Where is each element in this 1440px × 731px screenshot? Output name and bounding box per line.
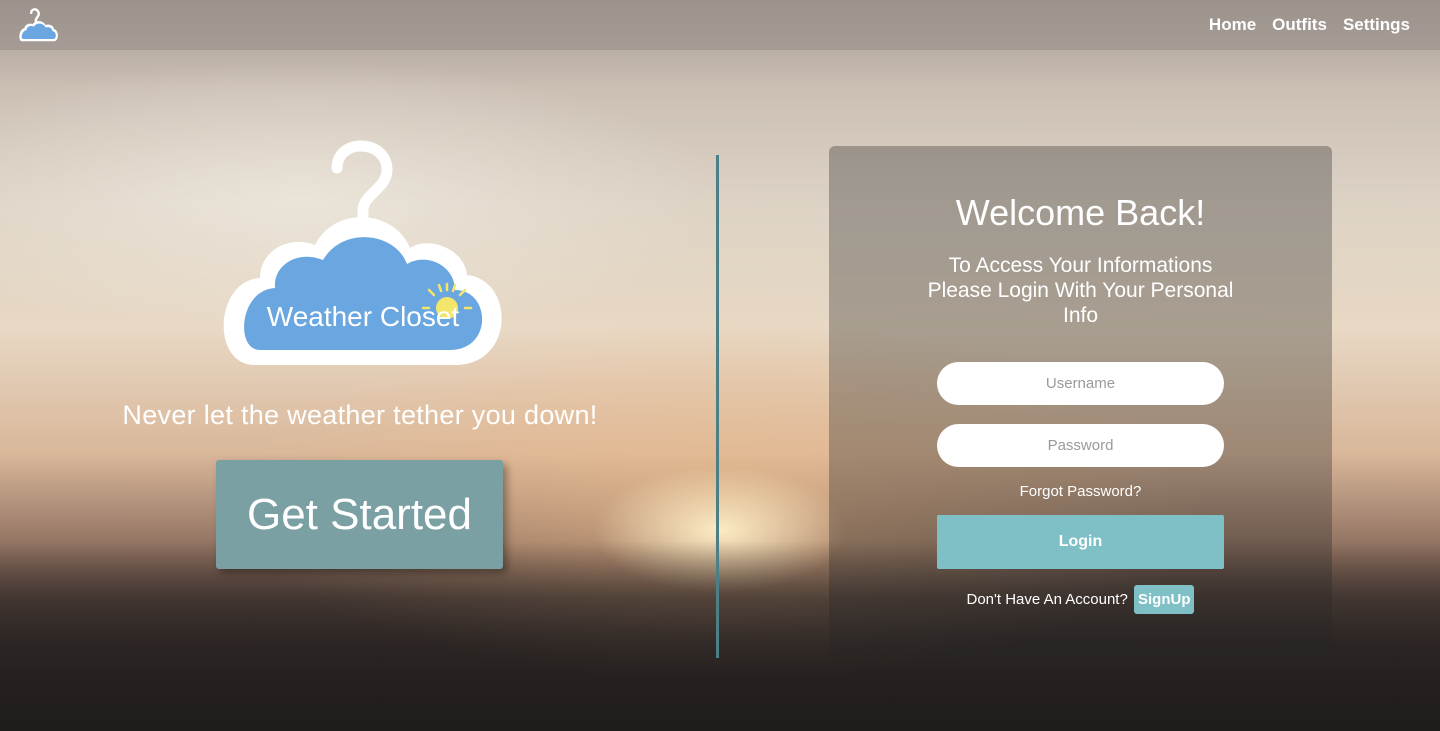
nav-settings-link[interactable]: Settings [1343, 15, 1410, 35]
logo-wordmark: Weather Closet [267, 301, 460, 332]
nav-home-link[interactable]: Home [1209, 15, 1256, 35]
username-input[interactable] [937, 362, 1224, 405]
top-nav-bar: Home Outfits Settings [0, 0, 1440, 50]
weather-closet-logo-icon[interactable] [16, 6, 60, 44]
hanger-hook-icon [331, 140, 393, 224]
login-card: Welcome Back! To Access Your Information… [829, 146, 1332, 657]
vertical-divider [716, 155, 719, 658]
forgot-password-link[interactable]: Forgot Password? [829, 483, 1332, 500]
password-input[interactable] [937, 424, 1224, 467]
nav-outfits-link[interactable]: Outfits [1272, 15, 1327, 35]
no-account-text: Don't Have An Account? [966, 591, 1128, 608]
login-button[interactable]: Login [937, 515, 1224, 569]
main-nav: Home Outfits Settings [1209, 0, 1410, 50]
signup-button[interactable]: SignUp [1133, 585, 1195, 614]
signup-row: Don't Have An Account? SignUp [829, 585, 1332, 614]
get-started-button[interactable]: Get Started [216, 460, 503, 569]
hero-tagline: Never let the weather tether you down! [122, 400, 598, 430]
login-subtitle: To Access Your Informations Please Login… [927, 254, 1234, 327]
login-title: Welcome Back! [955, 192, 1206, 233]
weather-closet-hanger-logo: Weather Closet [223, 140, 502, 365]
